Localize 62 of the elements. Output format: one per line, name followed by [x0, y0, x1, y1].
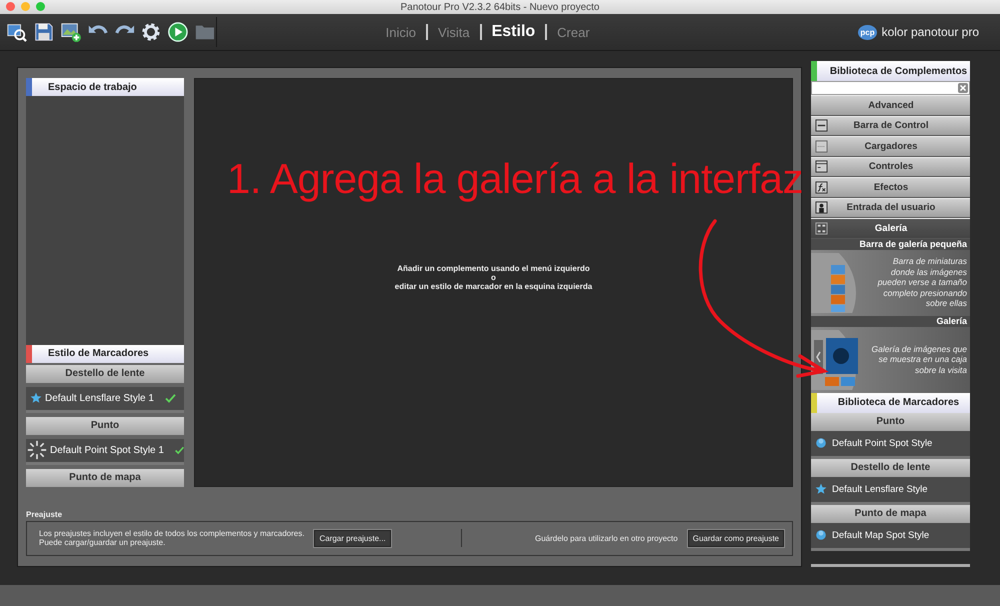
- star-icon: [815, 483, 827, 495]
- tab[interactable]: Estilo: [492, 23, 536, 41]
- grid-icon: [815, 222, 828, 235]
- play-icon[interactable]: [167, 21, 190, 43]
- save-hint: Guárdelo para utilizarlo en otro proyecto: [534, 534, 678, 543]
- hint-text: o: [491, 272, 496, 282]
- panel-header: Biblioteca de Marcadores: [811, 392, 970, 412]
- star-icon: [30, 392, 42, 404]
- category-item[interactable]: Efectos: [811, 177, 970, 198]
- load-preset-button[interactable]: Cargar preajuste...: [314, 530, 391, 547]
- gallery-description: Barra de miniaturas donde las imágenes pueden verse a tamaño completo presionando sobre ellas: [876, 256, 968, 309]
- marker-style-item[interactable]: Default Lensflare Style: [811, 476, 970, 504]
- loader-icon: [815, 140, 828, 153]
- save-preset-button[interactable]: Guardar como preajuste: [688, 530, 784, 547]
- logo-badge: pcp: [858, 24, 877, 40]
- gallery-option[interactable]: Galería de imágenes que se muestra en una caja sobre la visita: [811, 326, 970, 392]
- gallery-option[interactable]: Barra de miniaturas donde las imágenes pueden verse a tamaño completo presionando sobre ellas: [811, 250, 970, 316]
- toolbar-icon: [815, 119, 828, 132]
- preset-description: Los preajustes incluyen el estilo de todos los complementos y marcadores.: [39, 529, 304, 538]
- category-item[interactable]: Entrada del usuario: [811, 198, 970, 218]
- add-image-icon[interactable]: [60, 21, 82, 43]
- window-icon: [815, 160, 828, 174]
- panel-header: Espacio de trabajo: [26, 78, 184, 96]
- gallery-description: Galería de imágenes que se muestra en una caja sobre la visita: [871, 344, 968, 376]
- hint-text: editar un estilo de marcador en la esquina izquierda: [394, 282, 592, 291]
- group-header[interactable]: Destello de lente: [26, 364, 184, 383]
- tab[interactable]: Visita: [438, 24, 470, 40]
- search-field[interactable]: [811, 81, 970, 95]
- category-item[interactable]: Cargadores: [811, 136, 970, 156]
- burst-icon: [27, 440, 47, 460]
- marker-style-item[interactable]: Default Point Spot Style 1: [26, 438, 184, 465]
- category-item[interactable]: Barra de Control: [811, 116, 970, 136]
- tab[interactable]: Inicio: [386, 24, 416, 40]
- clear-icon[interactable]: [958, 83, 968, 93]
- brand-name: kolor panotour pro: [882, 25, 979, 39]
- function-icon: [815, 180, 828, 194]
- settings-icon[interactable]: [140, 21, 162, 43]
- dot-icon: [815, 529, 827, 541]
- hint-text: Añadir un complemento usando el menú izquierdo: [397, 264, 590, 273]
- marker-style-item[interactable]: Default Point Spot Style: [811, 430, 970, 458]
- marker-style-item[interactable]: Default Map Spot Style: [811, 522, 970, 550]
- category-item[interactable]: Controles: [811, 156, 970, 177]
- gallery-title: Galería: [811, 316, 970, 326]
- preset-description: Puede cargar/guardar un preajuste.: [39, 538, 166, 548]
- panel-header: Estilo de Marcadores: [26, 344, 184, 363]
- group-header[interactable]: Destello de lente: [811, 458, 970, 476]
- window-title: Panotour Pro V2.3.2 64bits - Nuevo proyecto: [400, 2, 600, 12]
- person-icon: [815, 201, 828, 214]
- group-header[interactable]: Punto de mapa: [811, 504, 970, 522]
- annotation-text: 1. Agrega la galería a la interfaz: [227, 155, 804, 203]
- category-item[interactable]: Advanced: [811, 95, 970, 116]
- save-icon[interactable]: [32, 21, 55, 43]
- gallery-title: Barra de galería pequeña: [811, 238, 970, 250]
- group-header[interactable]: Punto: [26, 416, 184, 435]
- section-title: Preajuste: [26, 510, 64, 519]
- group-header[interactable]: Punto de mapa: [26, 468, 184, 487]
- category-item[interactable]: Galería: [811, 218, 970, 238]
- tab[interactable]: Crear: [557, 24, 590, 40]
- group-header[interactable]: Punto: [811, 412, 970, 430]
- panel-header: Biblioteca de Complementos: [811, 61, 970, 81]
- marker-style-item[interactable]: Default Lensflare Style 1: [26, 386, 184, 413]
- dot-icon: [815, 437, 827, 449]
